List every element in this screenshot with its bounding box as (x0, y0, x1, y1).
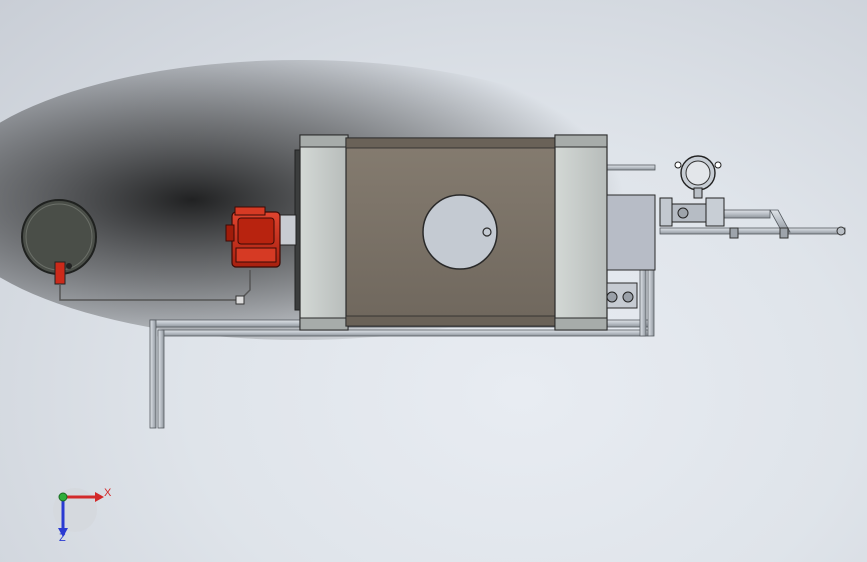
fuel-valve-icon[interactable] (235, 295, 245, 305)
triad-x-label: X (104, 487, 112, 499)
valve-icon[interactable] (705, 197, 725, 227)
pressure-gauge[interactable] (674, 155, 722, 199)
cad-viewport[interactable]: X Z (0, 0, 867, 562)
axis-triad: X Z (53, 487, 112, 544)
burner-icon (237, 217, 275, 245)
boiler-body[interactable] (294, 134, 608, 331)
inspection-port[interactable] (422, 194, 498, 270)
triad-z-label: Z (59, 532, 66, 544)
